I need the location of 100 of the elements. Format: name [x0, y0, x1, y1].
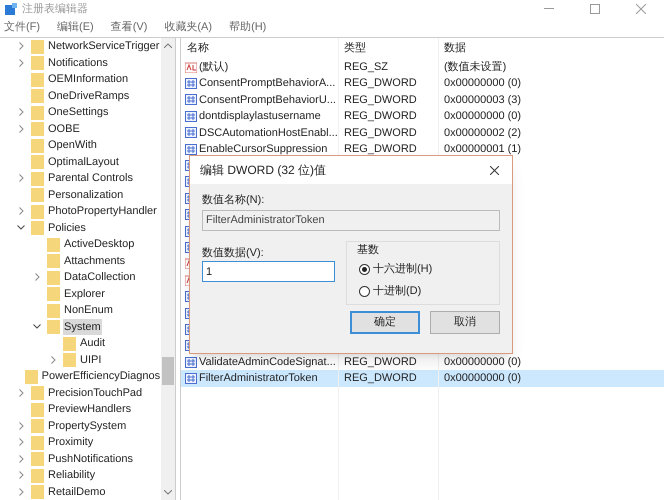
- scrollbar[interactable]: [161, 38, 175, 500]
- binary-value-icon: [185, 127, 197, 138]
- folder-icon: [31, 154, 44, 170]
- selected-row-highlight[interactable]: FilterAdministratorToken REG_DWORD 0x00000000 (0): [181, 370, 664, 387]
- expand-chevron-icon[interactable]: [18, 471, 24, 480]
- tree-item[interactable]: Parental Controls: [47, 170, 134, 186]
- value-data: 0x00000000 (0): [444, 372, 522, 384]
- radio-button[interactable]: [359, 286, 370, 296]
- scrollbar-thumb[interactable]: [162, 357, 174, 385]
- expand-chevron-icon[interactable]: [18, 438, 24, 446]
- scroll-up-icon: [164, 43, 172, 48]
- column-header[interactable]: 类型: [338, 40, 438, 57]
- folder-icon: [47, 236, 60, 252]
- tree-item[interactable]: Explorer: [63, 286, 106, 302]
- column-header[interactable]: 数据: [438, 40, 664, 57]
- expand-chevron-icon[interactable]: [34, 273, 40, 282]
- expand-chevron-icon[interactable]: [18, 42, 24, 50]
- string-value-icon: [185, 62, 197, 73]
- expand-chevron-icon[interactable]: [18, 488, 24, 496]
- value-data: 0x00000002 (2): [444, 126, 522, 139]
- column-header[interactable]: 名称: [181, 40, 338, 57]
- tree-item[interactable]: Audit: [79, 335, 106, 352]
- tree-item[interactable]: OpenWith: [47, 137, 98, 154]
- value-data: 0x00000003 (3): [444, 94, 522, 106]
- minimize-icon: [544, 8, 554, 10]
- tree-item[interactable]: Proximity: [47, 434, 94, 450]
- collapse-chevron-icon[interactable]: [33, 324, 41, 330]
- tree-item[interactable]: PowerEfficiencyDiagnos: [40, 368, 162, 384]
- ok-button[interactable]: 确定: [350, 311, 420, 334]
- expand-chevron-icon[interactable]: [50, 356, 56, 364]
- value-name[interactable]: DSCAutomationHostEnabl...: [199, 124, 338, 142]
- folder-icon: [31, 434, 44, 450]
- field-label: 数值名称(N):: [202, 193, 266, 208]
- folder-icon: [63, 336, 76, 351]
- tree-item[interactable]: OneSettings: [47, 104, 110, 120]
- value-data: (数值未设置): [444, 60, 506, 73]
- tree-item[interactable]: NonEnum: [63, 302, 114, 318]
- tree-item[interactable]: Policies: [47, 220, 87, 236]
- tree-item[interactable]: PreviewHandlers: [47, 401, 132, 418]
- expand-chevron-icon[interactable]: [18, 58, 24, 67]
- tree-item[interactable]: ActiveDesktop: [63, 236, 136, 252]
- value-data: 0x00000000 (0): [444, 77, 522, 90]
- expand-chevron-icon[interactable]: [18, 207, 24, 216]
- menu-item[interactable]: 查看(V): [106, 19, 152, 36]
- menu-item[interactable]: 编辑(E): [53, 19, 98, 36]
- tree-item[interactable]: PhotoPropertyHandler: [47, 203, 158, 220]
- binary-value-icon: [185, 110, 197, 122]
- menu-item[interactable]: 文件(F): [0, 19, 44, 36]
- tree-item[interactable]: DataCollection: [63, 269, 137, 286]
- tree-item[interactable]: OOBE: [47, 120, 81, 137]
- value-name[interactable]: FilterAdministratorToken: [199, 370, 318, 387]
- registry-editor-icon: [4, 2, 18, 16]
- expand-chevron-icon[interactable]: [18, 108, 24, 116]
- value-name[interactable]: ValidateAdminCodeSignat...: [199, 354, 336, 370]
- value-name[interactable]: (默认): [199, 58, 228, 76]
- collapse-chevron-icon[interactable]: [17, 225, 25, 230]
- binary-value-icon: [185, 78, 197, 90]
- value-data: 0x00000000 (0): [444, 110, 522, 122]
- radio-label[interactable]: 十六进制(H): [373, 260, 432, 278]
- close-icon: [636, 4, 646, 14]
- cancel-button[interactable]: 取消: [430, 311, 500, 334]
- value-type: REG_DWORD: [344, 356, 417, 368]
- expand-chevron-icon[interactable]: [18, 174, 24, 182]
- tree-item[interactable]: PrecisionTouchPad: [47, 384, 144, 401]
- value-type: REG_DWORD: [344, 372, 417, 384]
- folder-icon: [31, 88, 44, 104]
- value-type: REG_DWORD: [344, 77, 417, 90]
- tree-item[interactable]: OneDriveRamps: [47, 88, 130, 104]
- expand-chevron-icon[interactable]: [18, 124, 24, 133]
- tree-item[interactable]: NetworkServiceTrigger: [47, 38, 160, 54]
- folder-icon: [31, 402, 44, 417]
- radio-button[interactable]: [359, 264, 370, 274]
- tree-item[interactable]: Reliability: [47, 467, 96, 484]
- value-name[interactable]: ConsentPromptBehaviorA...: [199, 75, 336, 92]
- folder-icon: [31, 121, 44, 136]
- tree-item[interactable]: UIPI: [79, 352, 102, 368]
- radio-label[interactable]: 十进制(D): [373, 282, 422, 300]
- folder-icon: [31, 468, 44, 483]
- tree-item[interactable]: Notifications: [47, 54, 109, 71]
- tree-item[interactable]: RetailDemo: [47, 484, 106, 500]
- tree-item[interactable]: Personalization: [47, 186, 124, 203]
- field-label: 数值数据(V):: [202, 246, 265, 261]
- menu-item[interactable]: 收藏夹(A): [160, 19, 216, 36]
- value-data: 0x00000000 (0): [444, 356, 522, 368]
- value-data-field[interactable]: 1: [202, 261, 335, 282]
- tree-item[interactable]: OptimalLayout: [47, 154, 120, 170]
- tree-item[interactable]: Attachments: [63, 252, 126, 269]
- value-name[interactable]: EnableCursorSuppression: [199, 140, 328, 158]
- menu-item[interactable]: 帮助(H): [225, 19, 270, 36]
- value-name-field: FilterAdministratorToken: [202, 210, 500, 231]
- tree-item[interactable]: PropertySystem: [47, 418, 128, 434]
- value-name[interactable]: ConsentPromptBehaviorU...: [199, 92, 336, 108]
- tree-item[interactable]: System: [63, 318, 102, 335]
- tree-item[interactable]: PushNotifications: [47, 450, 134, 467]
- folder-icon: [31, 451, 44, 466]
- value-name[interactable]: dontdisplaylastusername: [199, 108, 321, 125]
- tree-item[interactable]: OEMInformation: [47, 71, 130, 88]
- expand-chevron-icon[interactable]: [18, 454, 24, 463]
- expand-chevron-icon[interactable]: [18, 388, 24, 397]
- expand-chevron-icon[interactable]: [18, 422, 24, 430]
